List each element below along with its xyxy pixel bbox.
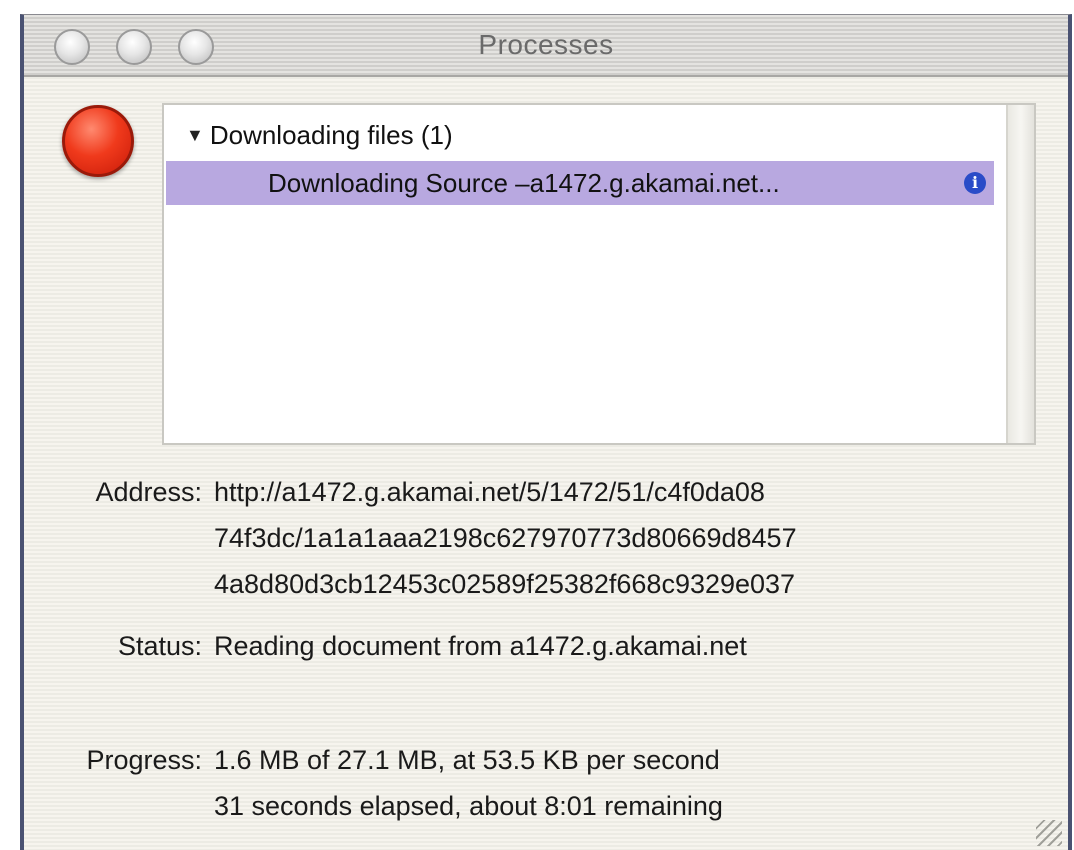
progress-line: 1.6 MB of 27.1 MB, at 53.5 KB per second <box>214 745 720 775</box>
address-line: 74f3dc/1a1a1aaa2198c627970773d80669d8457 <box>214 523 797 553</box>
progress-label: Progress: <box>86 745 202 775</box>
info-icon[interactable]: i <box>964 172 986 194</box>
resize-grip-icon[interactable] <box>1036 820 1062 846</box>
progress-value: 1.6 MB of 27.1 MB, at 53.5 KB per second… <box>214 737 723 829</box>
list-item-label: Downloading Source –a1472.g.akamai.net..… <box>268 167 780 198</box>
address-line: http://a1472.g.akamai.net/5/1472/51/c4f0… <box>214 477 765 507</box>
address-line: 4a8d80d3cb12453c02589f25382f668c9329e037 <box>214 569 796 599</box>
address-label: Address: <box>95 477 202 507</box>
list-item-download[interactable]: Downloading Source –a1472.g.akamai.net..… <box>166 161 994 205</box>
processes-window: Processes ▼ Downloading files (1) Downlo… <box>20 14 1072 850</box>
process-list[interactable]: ▼ Downloading files (1) Downloading Sour… <box>162 103 1036 445</box>
stop-button[interactable] <box>62 105 134 177</box>
address-value: http://a1472.g.akamai.net/5/1472/51/c4f0… <box>214 469 797 607</box>
group-row-downloading-files[interactable]: ▼ Downloading files (1) <box>186 115 453 155</box>
status-value: Reading document from a1472.g.akamai.net <box>214 631 747 661</box>
list-scrollbar[interactable] <box>1006 105 1034 443</box>
progress-line: 31 seconds elapsed, about 8:01 remaining <box>214 791 723 821</box>
disclosure-triangle-icon[interactable]: ▼ <box>186 125 204 146</box>
status-label: Status: <box>117 631 202 661</box>
group-label: Downloading files (1) <box>209 119 453 150</box>
title-bar[interactable]: Processes <box>24 15 1068 77</box>
window-title: Processes <box>478 29 614 60</box>
